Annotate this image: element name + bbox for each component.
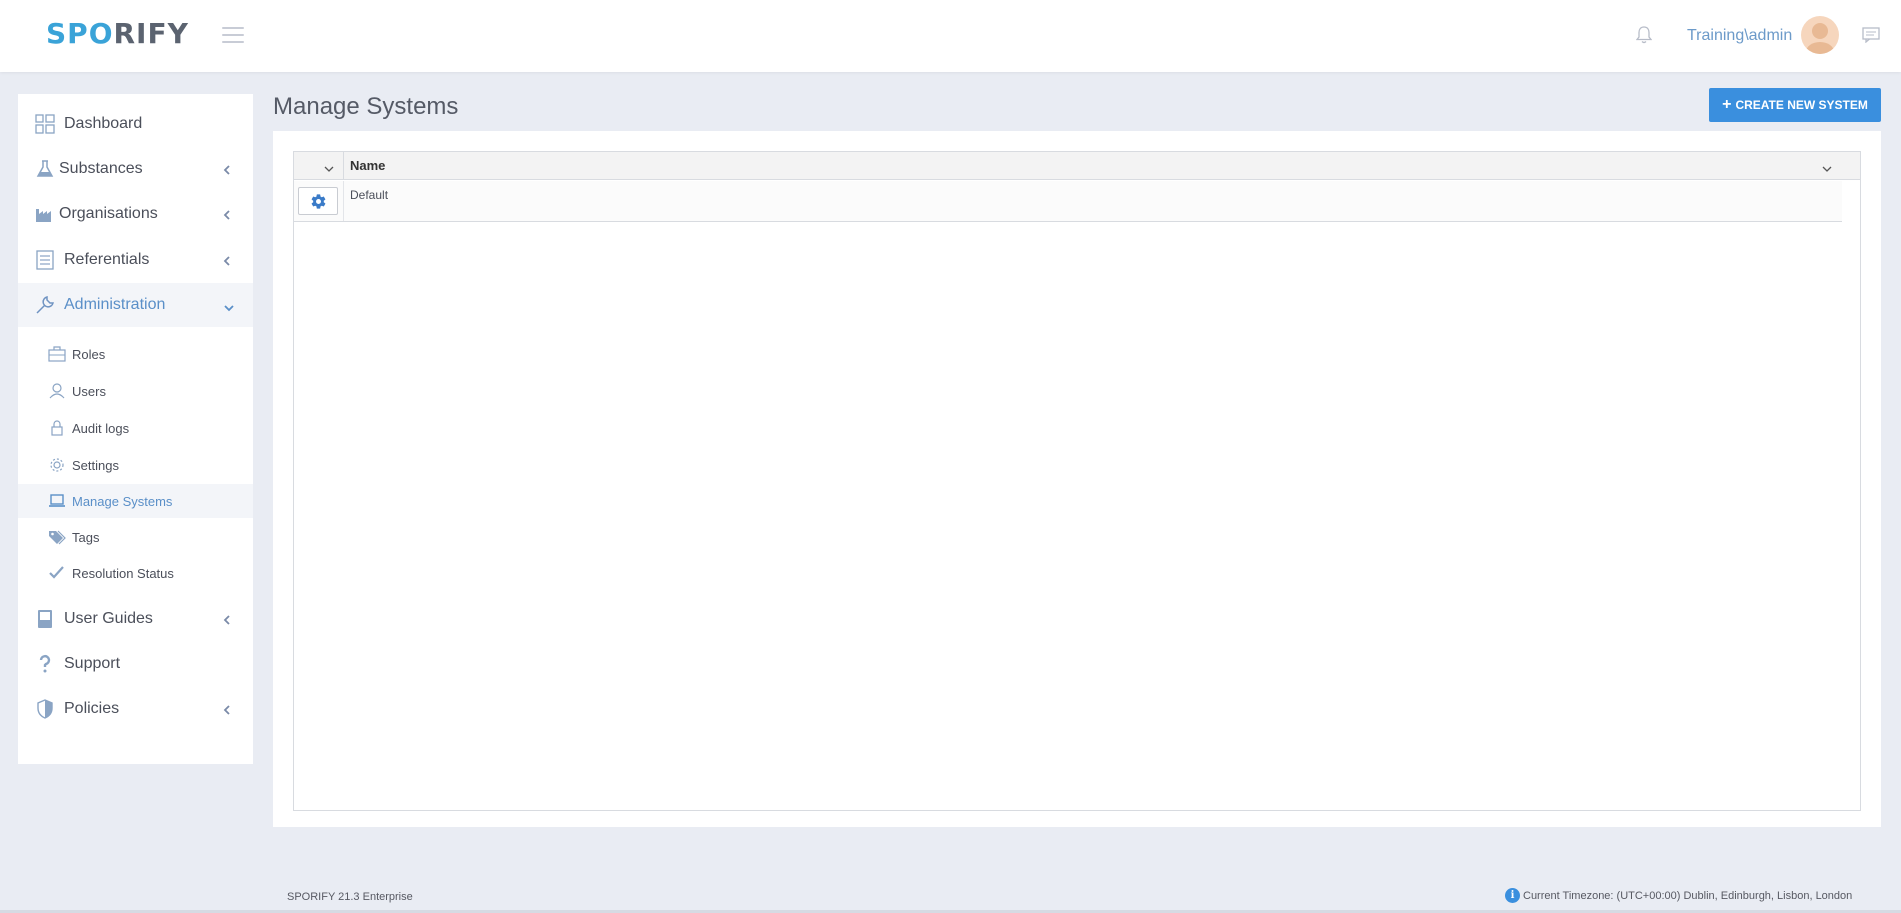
sidebar-item-label: Substances: [59, 160, 143, 177]
sidebar-subitem-audit-logs[interactable]: Audit logs: [18, 411, 253, 445]
sidebar-subitem-label: Settings: [72, 458, 119, 473]
book-icon: [35, 609, 55, 629]
sidebar-item-label: User Guides: [64, 610, 153, 627]
sidebar-item-substances[interactable]: Substances: [18, 147, 253, 191]
chevron-left-icon: [223, 254, 233, 266]
info-icon: i: [1505, 888, 1520, 903]
sidebar-item-label: Dashboard: [64, 115, 143, 132]
create-new-system-button[interactable]: + CREATE NEW SYSTEM: [1709, 88, 1881, 122]
sidebar-subitem-label: Audit logs: [72, 421, 130, 436]
logo-text-part1: SP: [46, 17, 89, 50]
systems-grid: Name Default: [293, 151, 1861, 811]
gear-icon: [48, 457, 66, 473]
chevron-left-icon: [223, 163, 233, 175]
shield-icon: [35, 699, 55, 719]
tags-icon: [48, 529, 66, 545]
avatar[interactable]: [1801, 16, 1839, 54]
grid-select-column: [294, 152, 344, 180]
dashboard-icon: [35, 114, 55, 134]
sidebar-item-support[interactable]: Support: [18, 642, 253, 686]
hamburger-icon[interactable]: [222, 27, 244, 43]
users-icon: [48, 383, 66, 399]
sporify-logo[interactable]: SPORIFY: [46, 20, 189, 48]
grid-header: Name: [294, 152, 1860, 180]
sidebar-subitem-settings[interactable]: Settings: [18, 448, 253, 482]
sidebar-item-label: Organisations: [59, 205, 158, 222]
page-title: Manage Systems: [273, 93, 459, 120]
sidebar-item-label: Administration: [64, 296, 166, 313]
sidebar-subitem-resolution-status[interactable]: Resolution Status: [18, 556, 253, 590]
sidebar-subitem-label: Resolution Status: [72, 566, 174, 581]
logo-text-part2: O: [88, 17, 114, 50]
sidebar-item-dashboard[interactable]: Dashboard: [18, 102, 253, 146]
check-icon: [48, 565, 66, 581]
chevron-down-icon: [223, 299, 234, 312]
user-name[interactable]: Training\admin: [1687, 26, 1792, 46]
question-icon: [35, 654, 55, 674]
sidebar-subitem-users[interactable]: Users: [18, 374, 253, 408]
sidebar-item-label: Policies: [64, 700, 120, 717]
chevron-left-icon: [223, 208, 233, 220]
row-action-cell: [294, 181, 344, 221]
sidebar-subitem-label: Users: [72, 384, 106, 399]
list-icon: [35, 250, 55, 270]
sidebar-subitem-manage-systems[interactable]: Manage Systems: [18, 484, 253, 518]
sidebar-item-organisations[interactable]: Organisations: [18, 192, 253, 236]
sidebar-subitem-label: Tags: [72, 530, 100, 545]
footer-timezone: i Current Timezone: (UTC+00:00) Dublin, E…: [1505, 888, 1852, 904]
sidebar-subitem-label: Roles: [72, 347, 106, 362]
column-header-name[interactable]: Name: [350, 159, 385, 173]
content-panel: Name Default: [273, 131, 1881, 827]
sidebar: Dashboard Substances Organisations Refer…: [18, 94, 253, 764]
row-settings-button[interactable]: [298, 187, 338, 215]
wrench-icon: [35, 295, 55, 315]
column-menu-chevron-icon[interactable]: [1822, 161, 1832, 172]
bell-icon[interactable]: [1635, 26, 1656, 48]
sidebar-item-referentials[interactable]: Referentials: [18, 238, 253, 282]
chevron-down-icon[interactable]: [324, 161, 334, 172]
chevron-left-icon: [223, 703, 233, 715]
sidebar-item-label: Support: [64, 655, 121, 672]
table-row[interactable]: Default: [294, 181, 1842, 222]
sidebar-subitem-label: Manage Systems: [72, 494, 173, 509]
chevron-left-icon: [223, 613, 233, 625]
flask-icon: [35, 159, 55, 179]
laptop-icon: [48, 493, 66, 509]
timezone-text: Current Timezone: (UTC+00:00) Dublin, Ed…: [1523, 890, 1853, 902]
sidebar-item-label: Referentials: [64, 251, 150, 268]
top-header: SPORIFY Training\admin: [0, 0, 1901, 72]
sidebar-subitem-tags[interactable]: Tags: [18, 520, 253, 554]
briefcase-icon: [48, 346, 66, 362]
sidebar-item-policies[interactable]: Policies: [18, 687, 253, 731]
lock-icon: [48, 420, 66, 436]
logo-text-part3: RIFY: [113, 17, 189, 50]
factory-icon: [35, 204, 55, 224]
sidebar-item-administration[interactable]: Administration: [18, 283, 253, 327]
table-cell-name: Default: [350, 188, 389, 202]
sidebar-item-user-guides[interactable]: User Guides: [18, 597, 253, 641]
create-button-label: CREATE NEW SYSTEM: [1735, 98, 1868, 112]
chat-icon[interactable]: [1862, 27, 1880, 45]
plus-icon: +: [1722, 96, 1732, 113]
footer-version: SPORIFY 21.3 Enterprise: [287, 891, 413, 903]
sidebar-subitem-roles[interactable]: Roles: [18, 337, 253, 371]
